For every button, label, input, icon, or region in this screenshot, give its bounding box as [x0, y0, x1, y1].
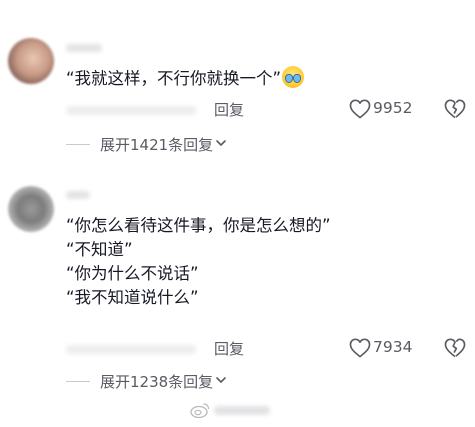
expand-replies-label[interactable]: 展开1238条回复 [100, 371, 227, 392]
reply-button[interactable]: 回复 [214, 99, 244, 120]
username-blurred[interactable] [66, 44, 102, 52]
expand-replies[interactable]: 展开1238条回复 [66, 371, 366, 393]
expand-replies[interactable]: 展开1421条回复 [66, 134, 366, 156]
chevron-down-icon [216, 140, 226, 146]
weibo-logo-icon [190, 403, 210, 418]
broken-heart-icon[interactable] [444, 99, 466, 119]
comment-line: “我不知道说什么” [66, 288, 199, 307]
comment-content: “你怎么看待这件事，你是怎么想的” “不知道” “你为什么不说话” “我不知道说… [66, 214, 331, 310]
chevron-down-icon [216, 377, 226, 383]
comment-date-blurred [66, 106, 196, 115]
comment-list: “我就这样，不行你就换一个” 回复 9952 展开1421条回复 “你怎么看待这… [0, 0, 475, 427]
watermark [190, 400, 280, 420]
like-count: 7934 [373, 338, 413, 356]
username-blurred[interactable] [66, 191, 90, 199]
heart-outline-icon[interactable] [349, 99, 371, 119]
comment-content: “我就这样，不行你就换一个” [66, 66, 305, 90]
comment-meta: 回复 7934 [66, 337, 466, 361]
avatar[interactable] [8, 186, 54, 232]
comment-line: “我就这样，不行你就换一个” [66, 66, 305, 90]
comment-meta: 回复 9952 [66, 98, 466, 122]
crying-face-emoji [282, 66, 305, 88]
expand-replies-label[interactable]: 展开1421条回复 [100, 134, 227, 155]
divider-line [66, 381, 90, 382]
comment-line: “你为什么不说话” [66, 264, 199, 283]
divider-line [66, 144, 90, 145]
reply-button[interactable]: 回复 [214, 338, 244, 359]
heart-outline-icon[interactable] [349, 338, 371, 358]
watermark-text-blurred [214, 406, 270, 415]
comment-line: “不知道” [66, 240, 133, 259]
comment-line: “你怎么看待这件事，你是怎么想的” [66, 216, 331, 235]
like-count: 9952 [373, 99, 413, 117]
broken-heart-icon[interactable] [444, 338, 466, 358]
avatar[interactable] [8, 38, 54, 84]
comment-date-blurred [66, 345, 196, 354]
